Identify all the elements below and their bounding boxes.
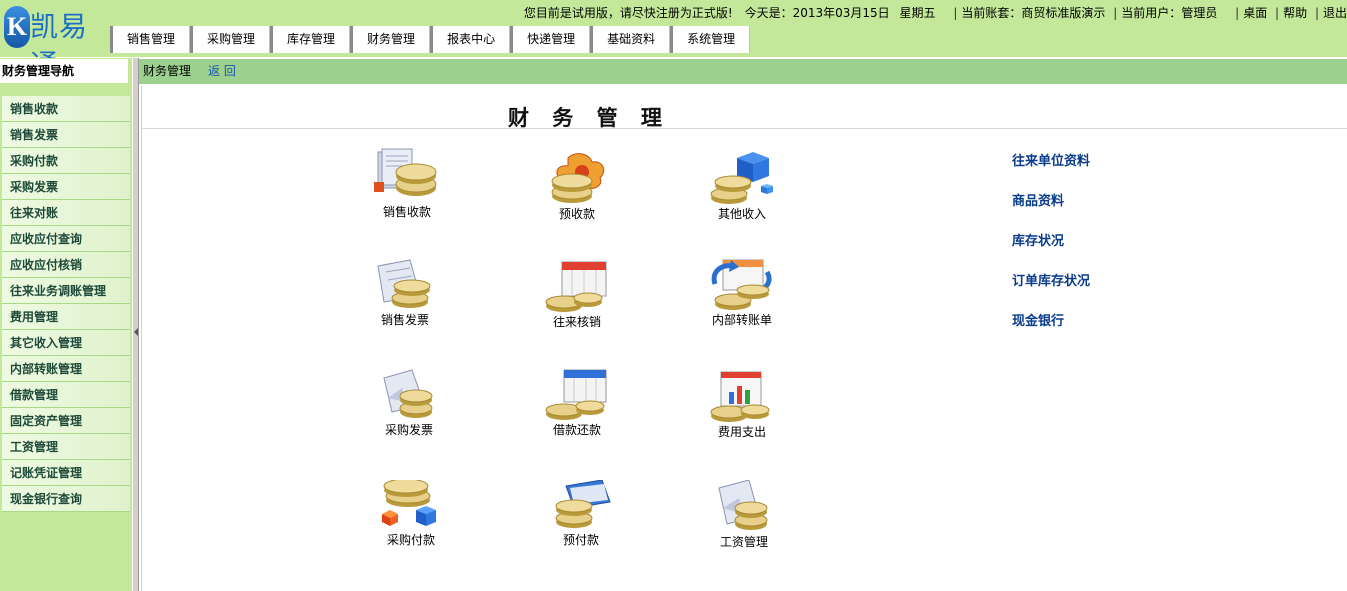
tile-writeoff[interactable]: 往来核销 [522,260,632,330]
tile-label: 销售收款 [382,205,431,219]
account-label: 当前账套： [961,6,1022,20]
coins-with-flower-icon [551,153,605,203]
tile-label: 采购发票 [384,423,433,437]
today-label: 今天是： [744,6,793,20]
menu-reports[interactable]: 报表中心 [430,26,511,53]
sidebar-item-expense[interactable]: 费用管理 [2,304,130,330]
menu-basic-data[interactable]: 基础资料 [590,26,671,53]
menu-system[interactable]: 系统管理 [670,26,751,53]
divider: | [1235,6,1240,20]
current-weekday: 星期五 [899,6,936,20]
sidebar-item-purchase-invoice[interactable]: 采购发票 [2,174,130,200]
title-divider [142,128,1347,129]
menu-sales[interactable]: 销售管理 [110,26,191,53]
sidebar-item-sales-invoice[interactable]: 销售发票 [2,122,130,148]
folder-with-coins-icon [555,480,611,528]
link-inventory-status[interactable]: 库存状况 [1012,230,1064,249]
tile-sales-receipt[interactable]: 销售收款 [352,148,462,220]
current-user: 管理员 [1181,6,1218,20]
tile-advance-payment[interactable]: 预付款 [526,480,636,548]
breadcrumb: 财务管理 返 回 [139,59,1347,84]
breadcrumb-current: 财务管理 [143,64,192,78]
sidebar-collapse-handle[interactable] [132,58,139,591]
tile-sales-invoice[interactable]: 销售发票 [350,258,460,328]
tile-label: 预收款 [558,207,595,221]
tile-label: 费用支出 [717,425,766,439]
top-header: K 凯易通 您目前是试用版，请尽快注册为正式版! 今天是：2013年03月15日… [0,0,1347,81]
trial-notice: 您目前是试用版，请尽快注册为正式版! [523,6,733,20]
divider: | [1275,6,1280,20]
main-content: 财 务 管 理 销售收款 预收款 其他收入 销售发票 往来核销 内部转账单 采购… [141,86,1347,591]
tile-label: 工资管理 [719,535,768,549]
tile-purchase-invoice[interactable]: 采购发票 [354,368,464,438]
sidebar-item-loan[interactable]: 借款管理 [2,382,130,408]
menu-finance[interactable]: 财务管理 [350,26,431,53]
loan-calendar-with-coins-icon [545,369,607,420]
tile-label: 内部转账单 [711,313,772,327]
tile-other-income[interactable]: 其他收入 [687,152,797,222]
sidebar-item-purchase-payment[interactable]: 采购付款 [2,148,130,174]
purchase-invoice-icon [383,369,433,418]
tile-label: 预付款 [562,533,599,547]
tile-loan-repayment[interactable]: 借款还款 [522,368,632,438]
tile-expense[interactable]: 费用支出 [687,370,797,440]
menu-inventory[interactable]: 库存管理 [270,26,351,53]
tile-label: 采购付款 [386,533,435,547]
divider: | [953,6,958,20]
salary-document-icon [718,480,768,530]
collapse-arrow-icon [134,328,138,336]
tile-salary[interactable]: 工资管理 [689,480,799,550]
desktop-link[interactable]: 桌面 [1243,6,1267,20]
logo-k-icon: K [4,6,30,48]
sidebar-item-sales-receipt[interactable]: 销售收款 [2,96,130,122]
menu-purchase[interactable]: 采购管理 [190,26,271,53]
app-logo: K 凯易通 [2,2,110,81]
tile-label: 借款还款 [552,423,601,437]
help-link[interactable]: 帮助 [1283,6,1307,20]
logout-link[interactable]: 退出 [1323,6,1347,20]
status-info-bar: 您目前是试用版，请尽快注册为正式版! 今天是：2013年03月15日 星期五 |… [524,3,1347,23]
coins-with-documents-icon [374,148,437,196]
finance-sidebar: 财务管理导航 销售收款 销售发票 采购付款 采购发票 往来对账 应收应付查询 应… [0,58,132,591]
coins-with-boxes-icon [382,480,436,526]
tile-advance-receipt[interactable]: 预收款 [522,152,632,222]
current-date: 2013年03月15日 [792,6,890,20]
sidebar-nav-list: 销售收款 销售发票 采购付款 采购发票 往来对账 应收应付查询 应收应付核销 往… [2,96,130,512]
tile-label: 销售发票 [380,313,429,327]
calendar-with-coins-icon [545,261,607,312]
link-cash-bank[interactable]: 现金银行 [1012,310,1064,329]
divider: | [1113,6,1118,20]
sidebar-item-account-adjustment[interactable]: 往来业务调账管理 [2,278,130,304]
sidebar-item-reconciliation[interactable]: 往来对账 [2,200,130,226]
main-menu: 销售管理 采购管理 库存管理 财务管理 报表中心 快递管理 基础资料 系统管理 [110,26,751,53]
sidebar-item-other-income[interactable]: 其它收入管理 [2,330,130,356]
coins-with-blue-cube-icon [710,152,773,204]
sidebar-item-salary[interactable]: 工资管理 [2,434,130,460]
invoice-with-coins-icon [377,259,431,308]
menu-express[interactable]: 快递管理 [510,26,591,53]
tile-internal-transfer[interactable]: 内部转账单 [687,258,797,328]
link-partner-info[interactable]: 往来单位资料 [1012,150,1090,169]
link-order-inventory-status[interactable]: 订单库存状况 [1012,270,1090,289]
current-account: 商贸标准版演示 [1021,6,1106,20]
tile-label: 往来核销 [552,315,601,329]
link-product-info[interactable]: 商品资料 [1012,190,1064,209]
sidebar-item-ar-ap-query[interactable]: 应收应付查询 [2,226,130,252]
transfer-arrows-with-coins-icon [711,259,772,310]
sidebar-item-fixed-assets[interactable]: 固定资产管理 [2,408,130,434]
expense-chart-with-coins-icon [710,371,770,422]
sidebar-item-vouchers[interactable]: 记账凭证管理 [2,460,130,486]
sidebar-item-cash-bank-query[interactable]: 现金银行查询 [2,486,130,512]
user-label: 当前用户： [1121,6,1182,20]
tile-label: 其他收入 [717,207,766,221]
divider: | [1314,6,1319,20]
back-link[interactable]: 返 回 [208,59,236,84]
sidebar-item-ar-ap-writeoff[interactable]: 应收应付核销 [2,252,130,278]
tile-purchase-payment[interactable]: 采购付款 [356,480,466,548]
sidebar-title: 财务管理导航 [0,59,128,83]
sidebar-item-internal-transfer[interactable]: 内部转账管理 [2,356,130,382]
